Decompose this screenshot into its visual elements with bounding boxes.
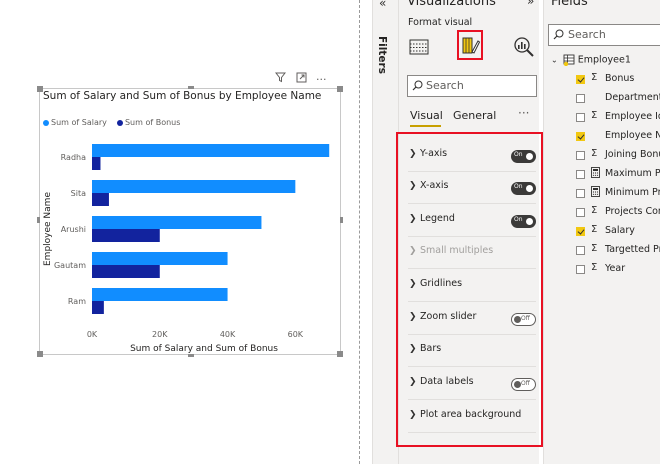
field-label: Year: [605, 263, 626, 274]
x-axis-title: Sum of Salary and Sum of Bonus: [130, 344, 278, 354]
search-icon: [412, 80, 423, 91]
field-label: Projects Com: [605, 206, 660, 217]
sigma-icon: Σ: [591, 224, 598, 235]
resize-handle[interactable]: [337, 86, 343, 92]
legend-item-bonus[interactable]: Sum of Bonus: [116, 118, 181, 127]
resize-handle[interactable]: [188, 86, 194, 89]
field-checkbox[interactable]: [576, 151, 585, 160]
legend-item-salary[interactable]: Sum of Salary: [43, 118, 107, 127]
tab-visual[interactable]: Visual: [410, 109, 443, 122]
search-icon: [553, 29, 564, 40]
field-label: Salary: [605, 225, 635, 236]
resize-handle[interactable]: [188, 354, 194, 357]
table-icon: [563, 54, 575, 67]
table-employee1[interactable]: ⌄ Employee1: [551, 54, 631, 67]
active-tab-indicator: [410, 125, 441, 127]
search-placeholder: Search: [426, 79, 464, 92]
x-tick-label: 40K: [220, 330, 236, 339]
y-tick-label: Radha: [61, 153, 86, 162]
field-label: Employee Na: [605, 130, 660, 141]
build-visual-icon[interactable]: [408, 36, 430, 58]
sigma-icon: Σ: [591, 243, 598, 254]
table-name: Employee1: [577, 54, 631, 66]
field-label: Maximum Pro: [605, 168, 660, 179]
sigma-icon: Σ: [591, 148, 598, 159]
x-tick-label: 20K: [152, 330, 168, 339]
sigma-icon: Σ: [591, 262, 598, 273]
chart-title: Sum of Salary and Sum of Bonus by Employ…: [43, 90, 322, 102]
format-visual-icon[interactable]: [457, 30, 483, 60]
filter-icon[interactable]: [274, 72, 290, 86]
fields-title: Fields: [551, 0, 588, 9]
fields-pane: Fields Search ⌄ Employee1 Σ Bonus Departme…: [543, 0, 660, 464]
bar[interactable]: [92, 288, 228, 301]
sigma-icon: Σ: [591, 72, 598, 83]
chart-legend: Sum of Salary Sum of Bonus: [43, 110, 185, 129]
chart-plot: Radha Sita Arushi Gautam Ram 0K 20K 40K 60K Sum o…: [43, 144, 330, 354]
chevron-right-icon[interactable]: »: [527, 0, 534, 8]
field-label: Joining Bonu: [605, 149, 660, 160]
x-tick-label: 60K: [288, 330, 304, 339]
search-placeholder: Search: [568, 28, 606, 41]
field-checkbox[interactable]: [576, 189, 585, 198]
bar[interactable]: [92, 157, 101, 170]
tab-general[interactable]: General: [453, 109, 496, 122]
bar[interactable]: [92, 229, 160, 242]
legend-label: Sum of Bonus: [124, 118, 181, 127]
filters-label[interactable]: Filters: [376, 36, 388, 74]
field-checkbox[interactable]: [576, 94, 585, 103]
y-axis-title: Employee Name: [43, 192, 53, 266]
field-checkbox[interactable]: [576, 170, 585, 179]
field-checkbox[interactable]: [576, 113, 585, 122]
analytics-icon[interactable]: [513, 36, 535, 58]
bar[interactable]: [92, 193, 109, 206]
bar[interactable]: [92, 301, 104, 314]
calculator-icon: [591, 186, 600, 200]
bar[interactable]: [92, 216, 262, 229]
field-checkbox[interactable]: [576, 265, 585, 274]
filters-pane-collapsed[interactable]: « Filters: [372, 0, 399, 464]
format-search-input[interactable]: Search: [407, 75, 537, 97]
bar[interactable]: [92, 180, 296, 193]
bar[interactable]: [92, 144, 330, 157]
field-label: Minimum Pro: [605, 187, 660, 198]
y-tick-label: Sita: [71, 189, 86, 198]
y-tick-label: Arushi: [61, 225, 86, 234]
field-label: Targetted Pro: [605, 244, 660, 255]
field-checkbox[interactable]: [576, 208, 585, 217]
field-label: Bonus: [605, 73, 635, 84]
legend-marker: [116, 119, 123, 126]
legend-marker: [43, 119, 49, 126]
sigma-icon: Σ: [591, 205, 598, 216]
chevron-left-icon[interactable]: «: [379, 0, 386, 10]
bar[interactable]: [92, 265, 160, 278]
format-visual-label: Format visual: [408, 17, 473, 28]
field-label: Department: [605, 92, 660, 103]
visual-header-icons: ···: [274, 72, 333, 86]
field-checkbox[interactable]: [576, 132, 585, 141]
x-tick-label: 0K: [87, 330, 98, 339]
field-checkbox[interactable]: [576, 246, 585, 255]
resize-handle[interactable]: [340, 217, 343, 223]
field-label: Employee Id: [605, 111, 660, 122]
visualizations-title: Visualizations: [407, 0, 496, 9]
more-options-icon[interactable]: ···: [518, 106, 529, 120]
sigma-icon: Σ: [591, 110, 598, 121]
field-checkbox[interactable]: [576, 227, 585, 236]
fields-search-input[interactable]: Search: [548, 24, 660, 46]
bar-chart-visual[interactable]: Sum of Salary and Sum of Bonus by Employ…: [37, 86, 343, 357]
legend-label: Sum of Salary: [51, 118, 107, 127]
focus-mode-icon[interactable]: [296, 72, 311, 86]
highlight-box: [396, 132, 543, 447]
y-tick-label: Ram: [68, 297, 86, 306]
calculator-icon: [591, 167, 600, 181]
y-tick-label: Gautam: [54, 261, 86, 270]
field-checkbox[interactable]: [576, 75, 585, 84]
more-options-icon[interactable]: ···: [316, 73, 327, 86]
report-canvas: ··· Sum of Salary and Sum of Bonus by Em…: [0, 0, 360, 464]
chevron-down-icon[interactable]: ⌄: [551, 56, 558, 65]
bar[interactable]: [92, 252, 228, 265]
